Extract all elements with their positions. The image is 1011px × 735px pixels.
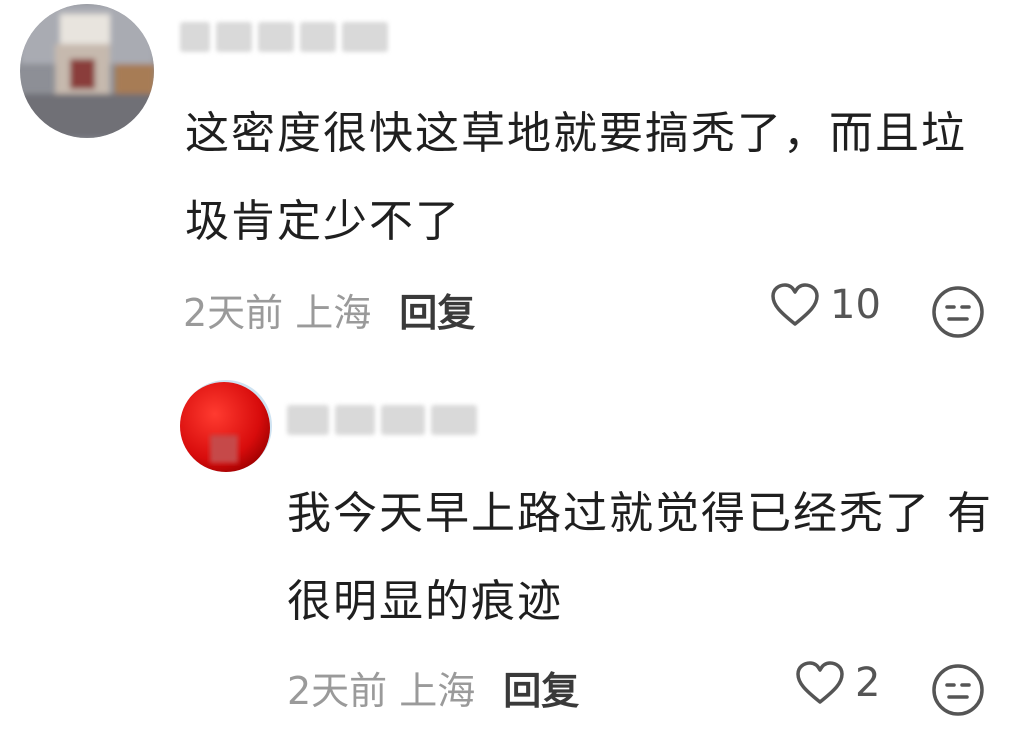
comment-location: 上海 bbox=[399, 669, 476, 713]
comment-location: 上海 bbox=[295, 291, 372, 335]
reply-button[interactable]: 回复 bbox=[399, 282, 475, 337]
username[interactable] bbox=[287, 405, 477, 435]
comment-meta: 2天前 上海 回复 bbox=[287, 660, 579, 715]
comment-time: 2天前 bbox=[183, 291, 284, 335]
meh-face-icon bbox=[932, 664, 984, 716]
meh-face-icon bbox=[932, 286, 984, 338]
dislike-button[interactable] bbox=[930, 284, 986, 344]
username[interactable] bbox=[180, 22, 388, 52]
like-count: 10 bbox=[830, 282, 881, 328]
comment-time: 2天前 bbox=[287, 669, 388, 713]
blurred-person-avatar-icon bbox=[20, 4, 154, 138]
like-button[interactable]: 10 bbox=[770, 282, 881, 328]
heart-outline-icon bbox=[771, 283, 819, 326]
comment-text: 我今天早上路过就觉得已经秃了 有很明显的痕迹 bbox=[287, 488, 993, 627]
reply-button[interactable]: 回复 bbox=[503, 660, 579, 715]
comment-text: 这密度很快这草地就要搞秃了，而且垃圾肯定少不了 bbox=[185, 108, 967, 247]
avatar[interactable] bbox=[20, 4, 154, 138]
avatar[interactable] bbox=[180, 380, 272, 472]
comment-meta: 2天前 上海 回复 bbox=[183, 282, 475, 337]
heart-outline-icon bbox=[796, 661, 844, 704]
like-count: 2 bbox=[855, 660, 881, 706]
dislike-button[interactable] bbox=[930, 662, 986, 722]
like-button[interactable]: 2 bbox=[795, 660, 880, 706]
red-ball-avatar-icon bbox=[180, 380, 272, 472]
